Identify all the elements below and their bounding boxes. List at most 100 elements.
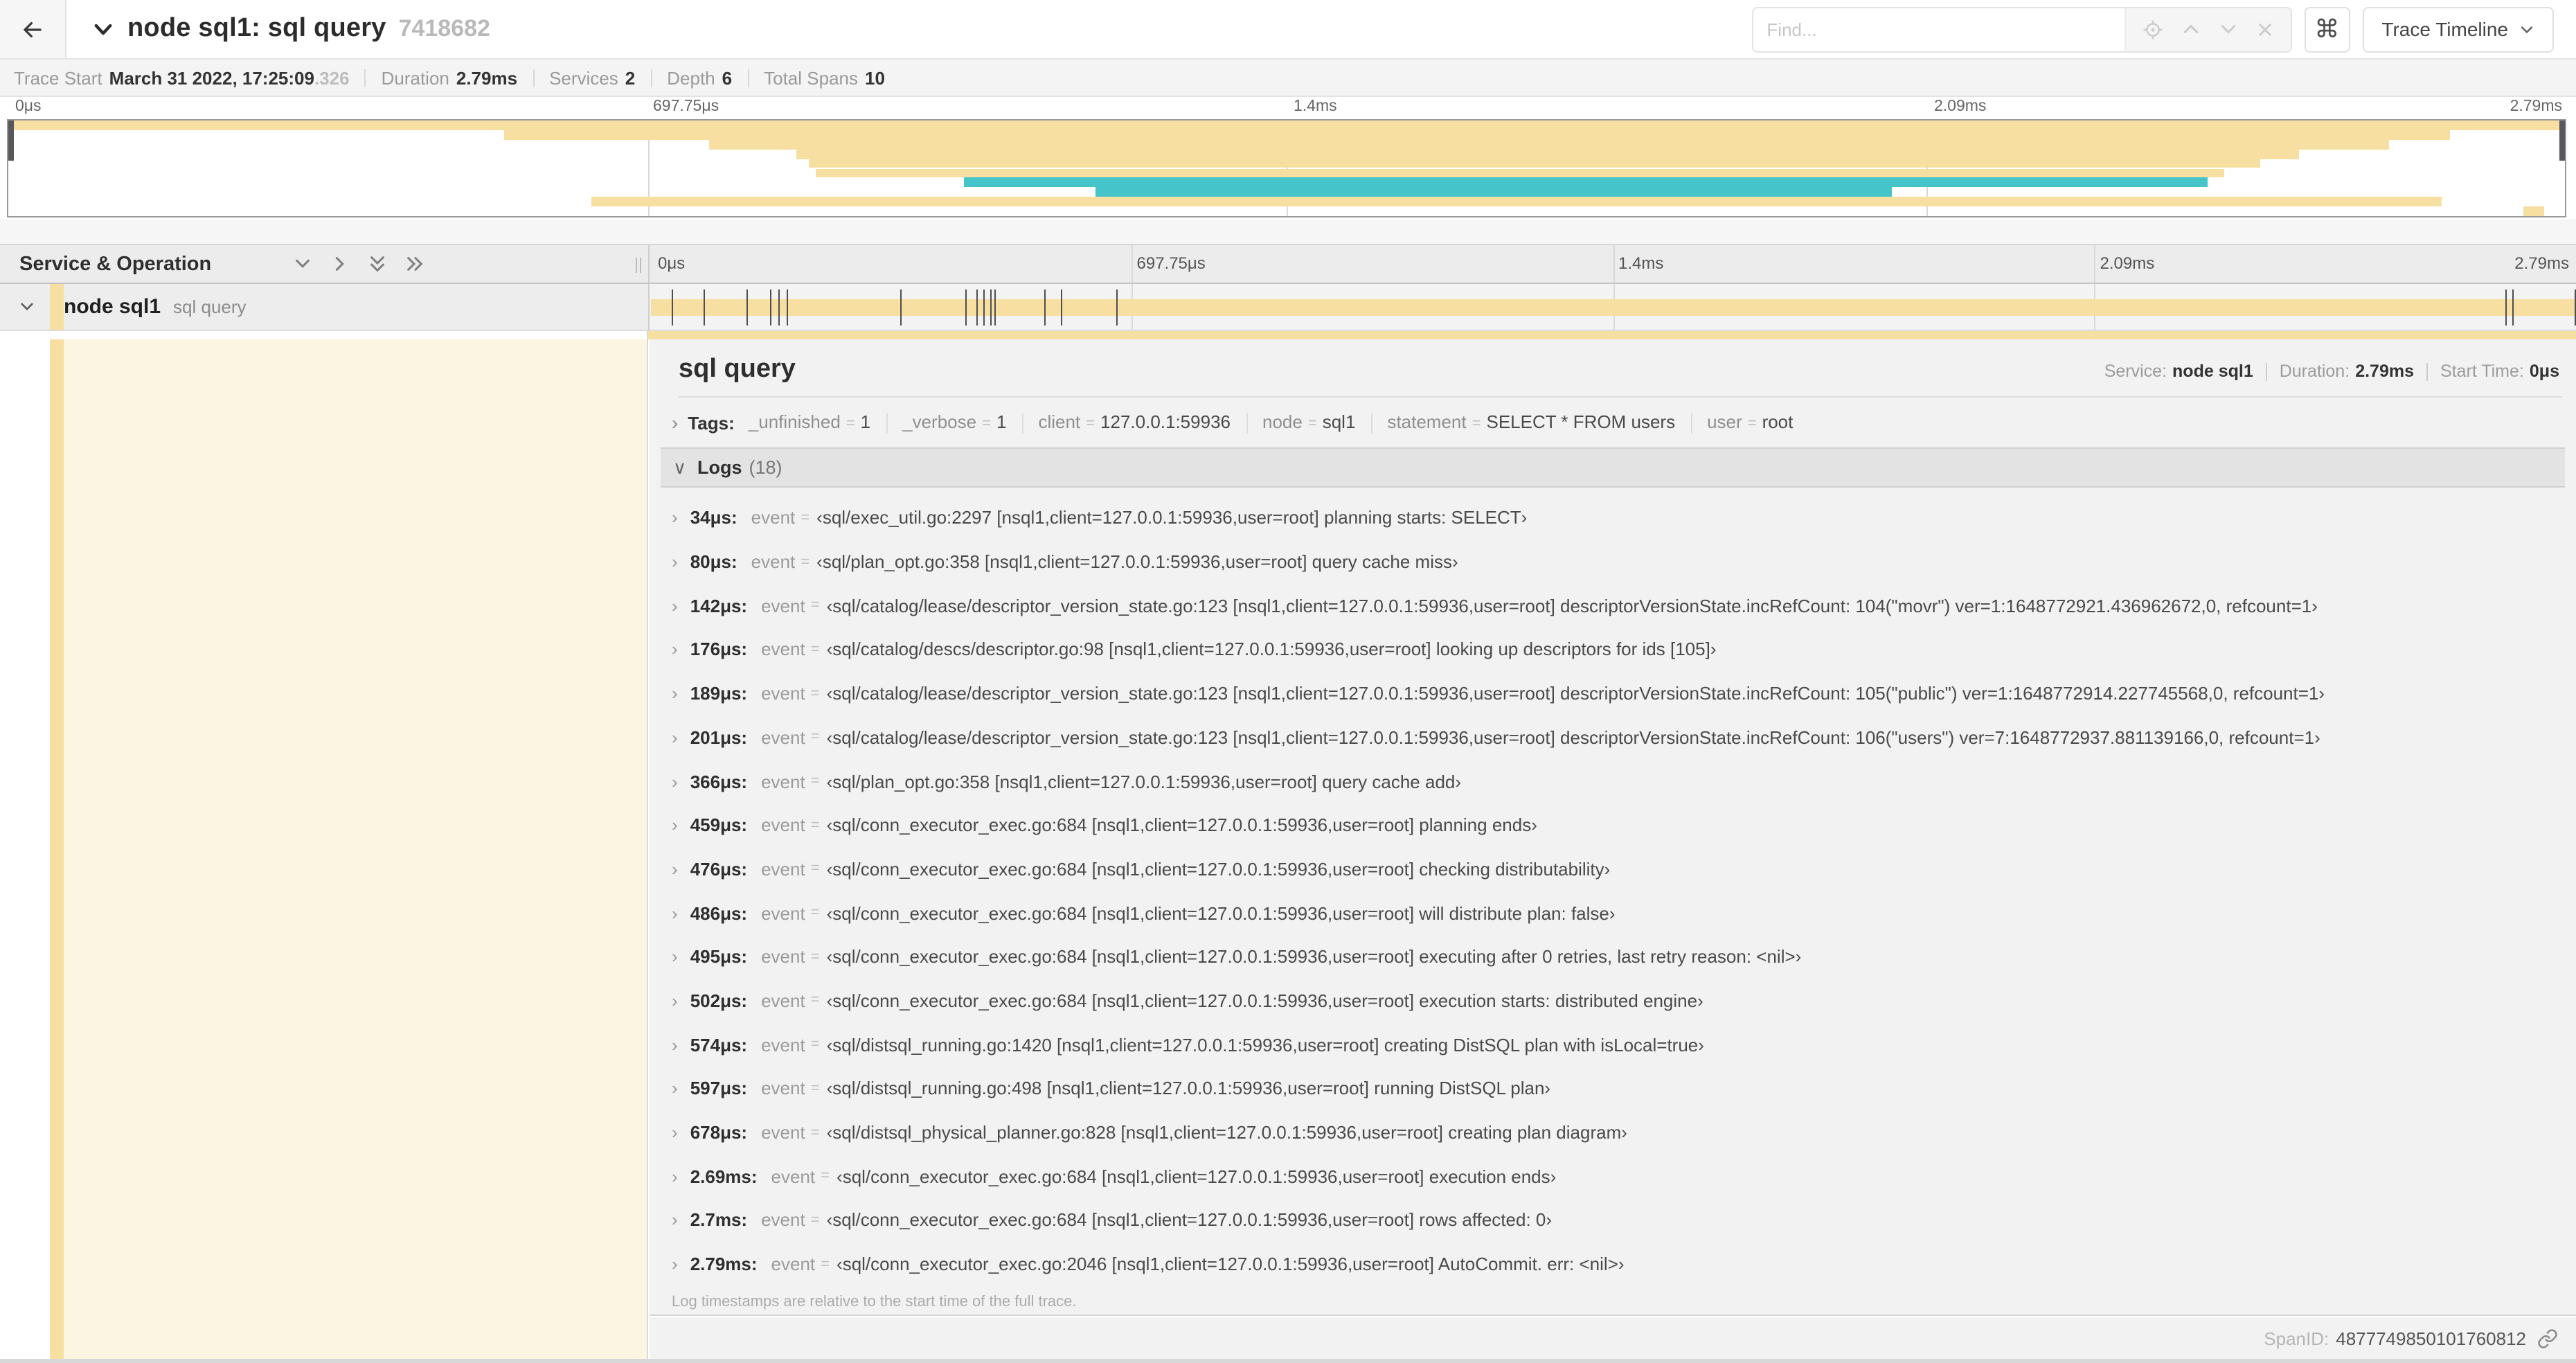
minimap-right-drag-handle[interactable] xyxy=(2559,121,2565,161)
minimap-span-bar xyxy=(504,130,2450,140)
span-detail-meta: Service: node sql1 Duration: 2.79ms Star… xyxy=(2104,362,2559,381)
log-expand-chevron-icon[interactable]: › xyxy=(672,771,678,792)
log-row[interactable]: › 201μs: event = ‹sql/catalog/lease/descript… xyxy=(661,715,2565,759)
log-row[interactable]: › 502μs: event = ‹sql/conn_executor_exec.go:… xyxy=(661,979,2565,1022)
log-expand-chevron-icon[interactable]: › xyxy=(672,1166,678,1186)
minimap-span-bar xyxy=(808,159,2261,168)
log-row[interactable]: › 142μs: event = ‹sql/catalog/lease/descript… xyxy=(661,584,2565,627)
log-row[interactable]: › 476μs: event = ‹sql/conn_executor_exec.go:… xyxy=(661,847,2565,891)
page-title: node sql1: sql query xyxy=(127,14,386,43)
tag-item: client = 127.0.0.1:59936 xyxy=(1038,411,1231,432)
span-bar-cell[interactable] xyxy=(648,284,2576,331)
log-row[interactable]: › 366μs: event = ‹sql/plan_opt.go:358 [nsql1… xyxy=(661,759,2565,803)
log-expand-chevron-icon[interactable]: › xyxy=(672,947,678,968)
log-expand-chevron-icon[interactable]: › xyxy=(672,1254,678,1274)
log-expand-chevron-icon[interactable]: › xyxy=(672,508,678,528)
log-event-tick xyxy=(1044,289,1046,326)
log-expand-chevron-icon[interactable]: › xyxy=(672,596,678,616)
copy-span-link-icon[interactable] xyxy=(2537,1328,2558,1348)
tags-expand-chevron-icon[interactable]: › xyxy=(672,411,678,434)
log-field-key: event xyxy=(761,902,805,924)
trace-total-spans: Total Spans 10 xyxy=(764,67,885,88)
log-row[interactable]: › 176μs: event = ‹sql/catalog/descs/descript… xyxy=(661,627,2565,671)
expand-all-icon[interactable] xyxy=(404,253,424,274)
log-timestamp: 574μs: xyxy=(690,1034,748,1055)
span-collapse-chevron-icon[interactable] xyxy=(18,298,36,316)
logs-collapse-chevron-icon[interactable]: ∨ xyxy=(673,456,686,479)
log-event-value: ‹sql/catalog/lease/descriptor_version_st… xyxy=(826,727,2320,748)
log-row[interactable]: › 34μs: event = ‹sql/exec_util.go:2297 [nsql… xyxy=(661,496,2565,540)
trace-depth: Depth 6 xyxy=(667,67,733,88)
log-expand-chevron-icon[interactable]: › xyxy=(672,990,678,1011)
log-row[interactable]: › 2.79ms: event = ‹sql/conn_executor_exec.go… xyxy=(661,1242,2565,1286)
log-expand-chevron-icon[interactable]: › xyxy=(672,683,678,704)
log-expand-chevron-icon[interactable]: › xyxy=(672,1078,678,1099)
log-row[interactable]: › 2.7ms: event = ‹sql/conn_executor_exec.go:… xyxy=(661,1198,2565,1242)
prev-match-icon[interactable] xyxy=(2181,19,2200,39)
log-row[interactable]: › 2.69ms: event = ‹sql/conn_executor_exec.go… xyxy=(661,1155,2565,1198)
clear-find-icon[interactable] xyxy=(2255,20,2273,38)
log-timestamp: 2.69ms: xyxy=(690,1166,758,1187)
locate-match-icon[interactable] xyxy=(2142,19,2163,39)
span-color-stripe xyxy=(50,339,63,1359)
log-expand-chevron-icon[interactable]: › xyxy=(672,1122,678,1143)
log-equals: = xyxy=(810,860,820,878)
log-row[interactable]: › 459μs: event = ‹sql/conn_executor_exec.go:… xyxy=(661,803,2565,847)
span-id-value: 4877749850101760812 xyxy=(2336,1328,2526,1348)
log-timestamp: 502μs: xyxy=(690,990,748,1011)
log-field-key: event xyxy=(761,1209,805,1231)
span-row-name-cell[interactable]: node sql1 sql query xyxy=(0,284,648,331)
log-field-key: event xyxy=(761,858,805,880)
log-equals: = xyxy=(810,817,820,834)
log-row[interactable]: › 495μs: event = ‹sql/conn_executor_exec.go:… xyxy=(661,935,2565,979)
log-row[interactable]: › 574μs: event = ‹sql/distsql_running.go:142… xyxy=(661,1023,2565,1067)
log-row[interactable]: › 678μs: event = ‹sql/distsql_physical_plann… xyxy=(661,1110,2565,1154)
log-event-value: ‹sql/distsql_running.go:498 [nsql1,clien… xyxy=(826,1078,1551,1099)
span-duration-bar[interactable] xyxy=(651,299,2575,316)
divider xyxy=(2426,362,2428,380)
logs-section-header[interactable]: ∨ Logs (18) xyxy=(661,447,2565,488)
back-button[interactable] xyxy=(0,0,66,58)
minimap-left-drag-handle[interactable] xyxy=(8,121,14,161)
span-detail-footer: SpanID: 4877749850101760812 xyxy=(650,1317,2576,1359)
trace-view-selector[interactable]: Trace Timeline xyxy=(2362,6,2554,52)
expand-one-icon[interactable] xyxy=(329,253,350,274)
log-expand-chevron-icon[interactable]: › xyxy=(672,814,678,835)
collapse-all-icon[interactable] xyxy=(366,253,387,274)
tags-row[interactable]: › Tags: _unfinished = 1 _verbose = 1 client = 12… xyxy=(650,398,2576,446)
trace-minimap[interactable] xyxy=(7,119,2566,217)
tick-label: 0μs xyxy=(15,98,42,115)
log-expand-chevron-icon[interactable]: › xyxy=(672,902,678,923)
tick-label: 2.79ms xyxy=(2514,253,2569,273)
log-row[interactable]: › 597μs: event = ‹sql/distsql_running.go:498… xyxy=(661,1067,2565,1110)
log-row[interactable]: › 80μs: event = ‹sql/plan_opt.go:358 [nsql1,… xyxy=(661,540,2565,584)
logs-title: Logs xyxy=(697,457,742,479)
log-expand-chevron-icon[interactable]: › xyxy=(672,639,678,660)
keyboard-shortcuts-button[interactable]: ⌘ xyxy=(2304,6,2350,52)
divider xyxy=(747,69,749,87)
collapse-one-icon[interactable] xyxy=(292,253,312,274)
collapse-trace-chevron-icon[interactable] xyxy=(91,17,115,41)
log-field-key: event xyxy=(761,639,805,660)
log-row[interactable]: › 189μs: event = ‹sql/catalog/lease/descript… xyxy=(661,672,2565,715)
span-detail-panel: sql query Service: node sql1 Duration: 2… xyxy=(650,339,2576,1316)
find-input[interactable] xyxy=(1753,8,2125,51)
log-expand-chevron-icon[interactable]: › xyxy=(672,1210,678,1231)
log-row[interactable]: › 486μs: event = ‹sql/conn_executor_exec.go:… xyxy=(661,891,2565,935)
tag-key: statement xyxy=(1387,411,1467,432)
log-event-tick xyxy=(2512,289,2514,326)
log-field-key: event xyxy=(761,683,805,704)
log-expand-chevron-icon[interactable]: › xyxy=(672,1034,678,1055)
log-event-tick xyxy=(994,289,996,326)
span-row: node sql1 sql query xyxy=(0,284,2576,331)
next-match-icon[interactable] xyxy=(2218,19,2237,39)
section-gap xyxy=(0,219,2576,244)
divider xyxy=(1021,413,1023,434)
log-expand-chevron-icon[interactable]: › xyxy=(672,551,678,572)
log-expand-chevron-icon[interactable]: › xyxy=(672,727,678,748)
log-event-value: ‹sql/conn_executor_exec.go:684 [nsql1,cl… xyxy=(837,1166,1557,1187)
column-resize-grip[interactable] xyxy=(636,258,641,273)
log-expand-chevron-icon[interactable]: › xyxy=(672,859,678,880)
log-event-tick xyxy=(778,289,780,326)
span-detail-title: sql query xyxy=(679,355,796,384)
